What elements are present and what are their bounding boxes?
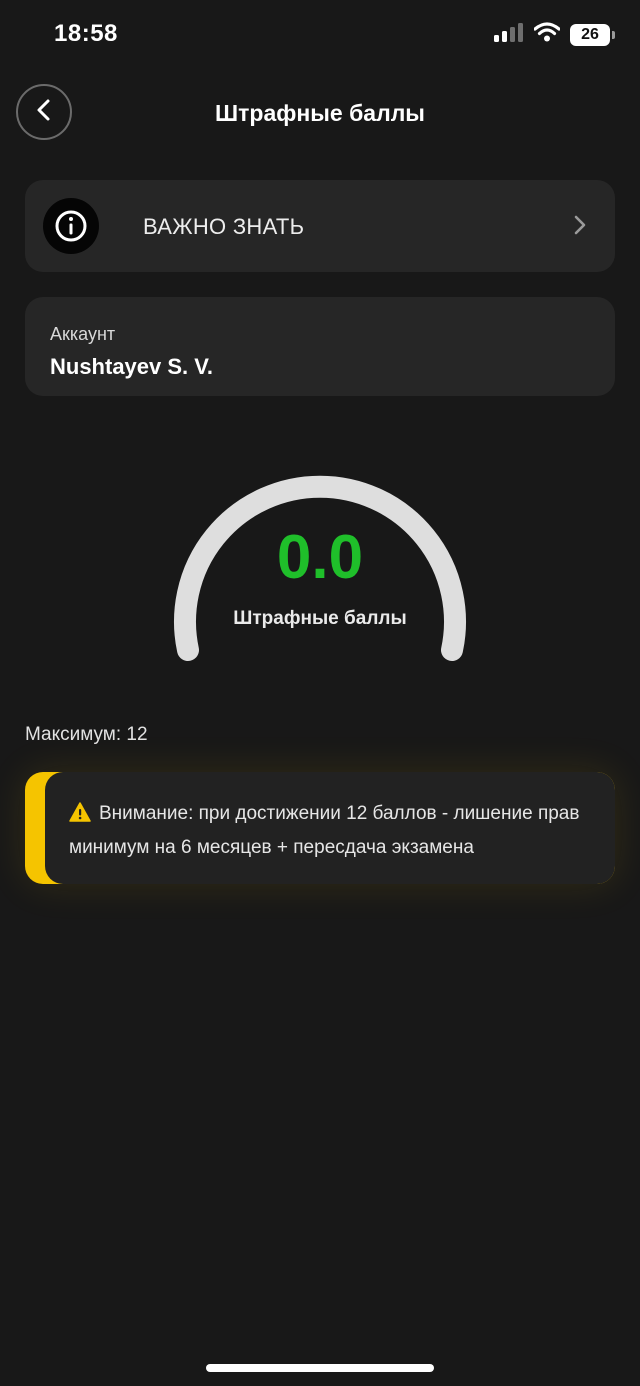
account-card: Аккаунт Nushtayev S. V. xyxy=(25,297,615,396)
home-indicator[interactable] xyxy=(206,1364,434,1372)
penalty-points-gauge: 0.0 Штрафные баллы xyxy=(160,440,480,680)
account-name: Nushtayev S. V. xyxy=(50,354,214,379)
status-time: 18:58 xyxy=(54,20,118,47)
account-label: Аккаунт xyxy=(50,324,116,344)
status-bar: 18:58 26 xyxy=(0,0,640,70)
penalty-points-value: 0.0 xyxy=(276,523,364,592)
page-title: Штрафные баллы xyxy=(215,100,425,126)
nav-bar: Штрафные баллы xyxy=(0,82,640,142)
signal-icon xyxy=(494,22,524,47)
penalty-points-label: Штрафные баллы xyxy=(233,608,407,629)
warning-card: Внимание: при достижении 12 баллов - лиш… xyxy=(45,772,615,884)
chevron-right-icon xyxy=(573,214,587,241)
warning-text: Внимание: при достижении 12 баллов - лиш… xyxy=(69,803,580,858)
maximum-points-text: Максимум: 12 xyxy=(25,724,148,745)
important-info-button[interactable]: ВАЖНО ЗНАТЬ xyxy=(25,180,615,272)
wifi-icon xyxy=(533,22,561,47)
info-icon xyxy=(43,198,99,254)
status-icons: 26 xyxy=(494,22,615,47)
warning-banner: Внимание: при достижении 12 баллов - лиш… xyxy=(25,772,615,884)
important-info-label: ВАЖНО ЗНАТЬ xyxy=(143,214,305,239)
warning-icon xyxy=(69,801,91,832)
battery-icon: 26 xyxy=(570,23,615,46)
warning-text-block: Внимание: при достижении 12 баллов - лиш… xyxy=(69,798,589,863)
